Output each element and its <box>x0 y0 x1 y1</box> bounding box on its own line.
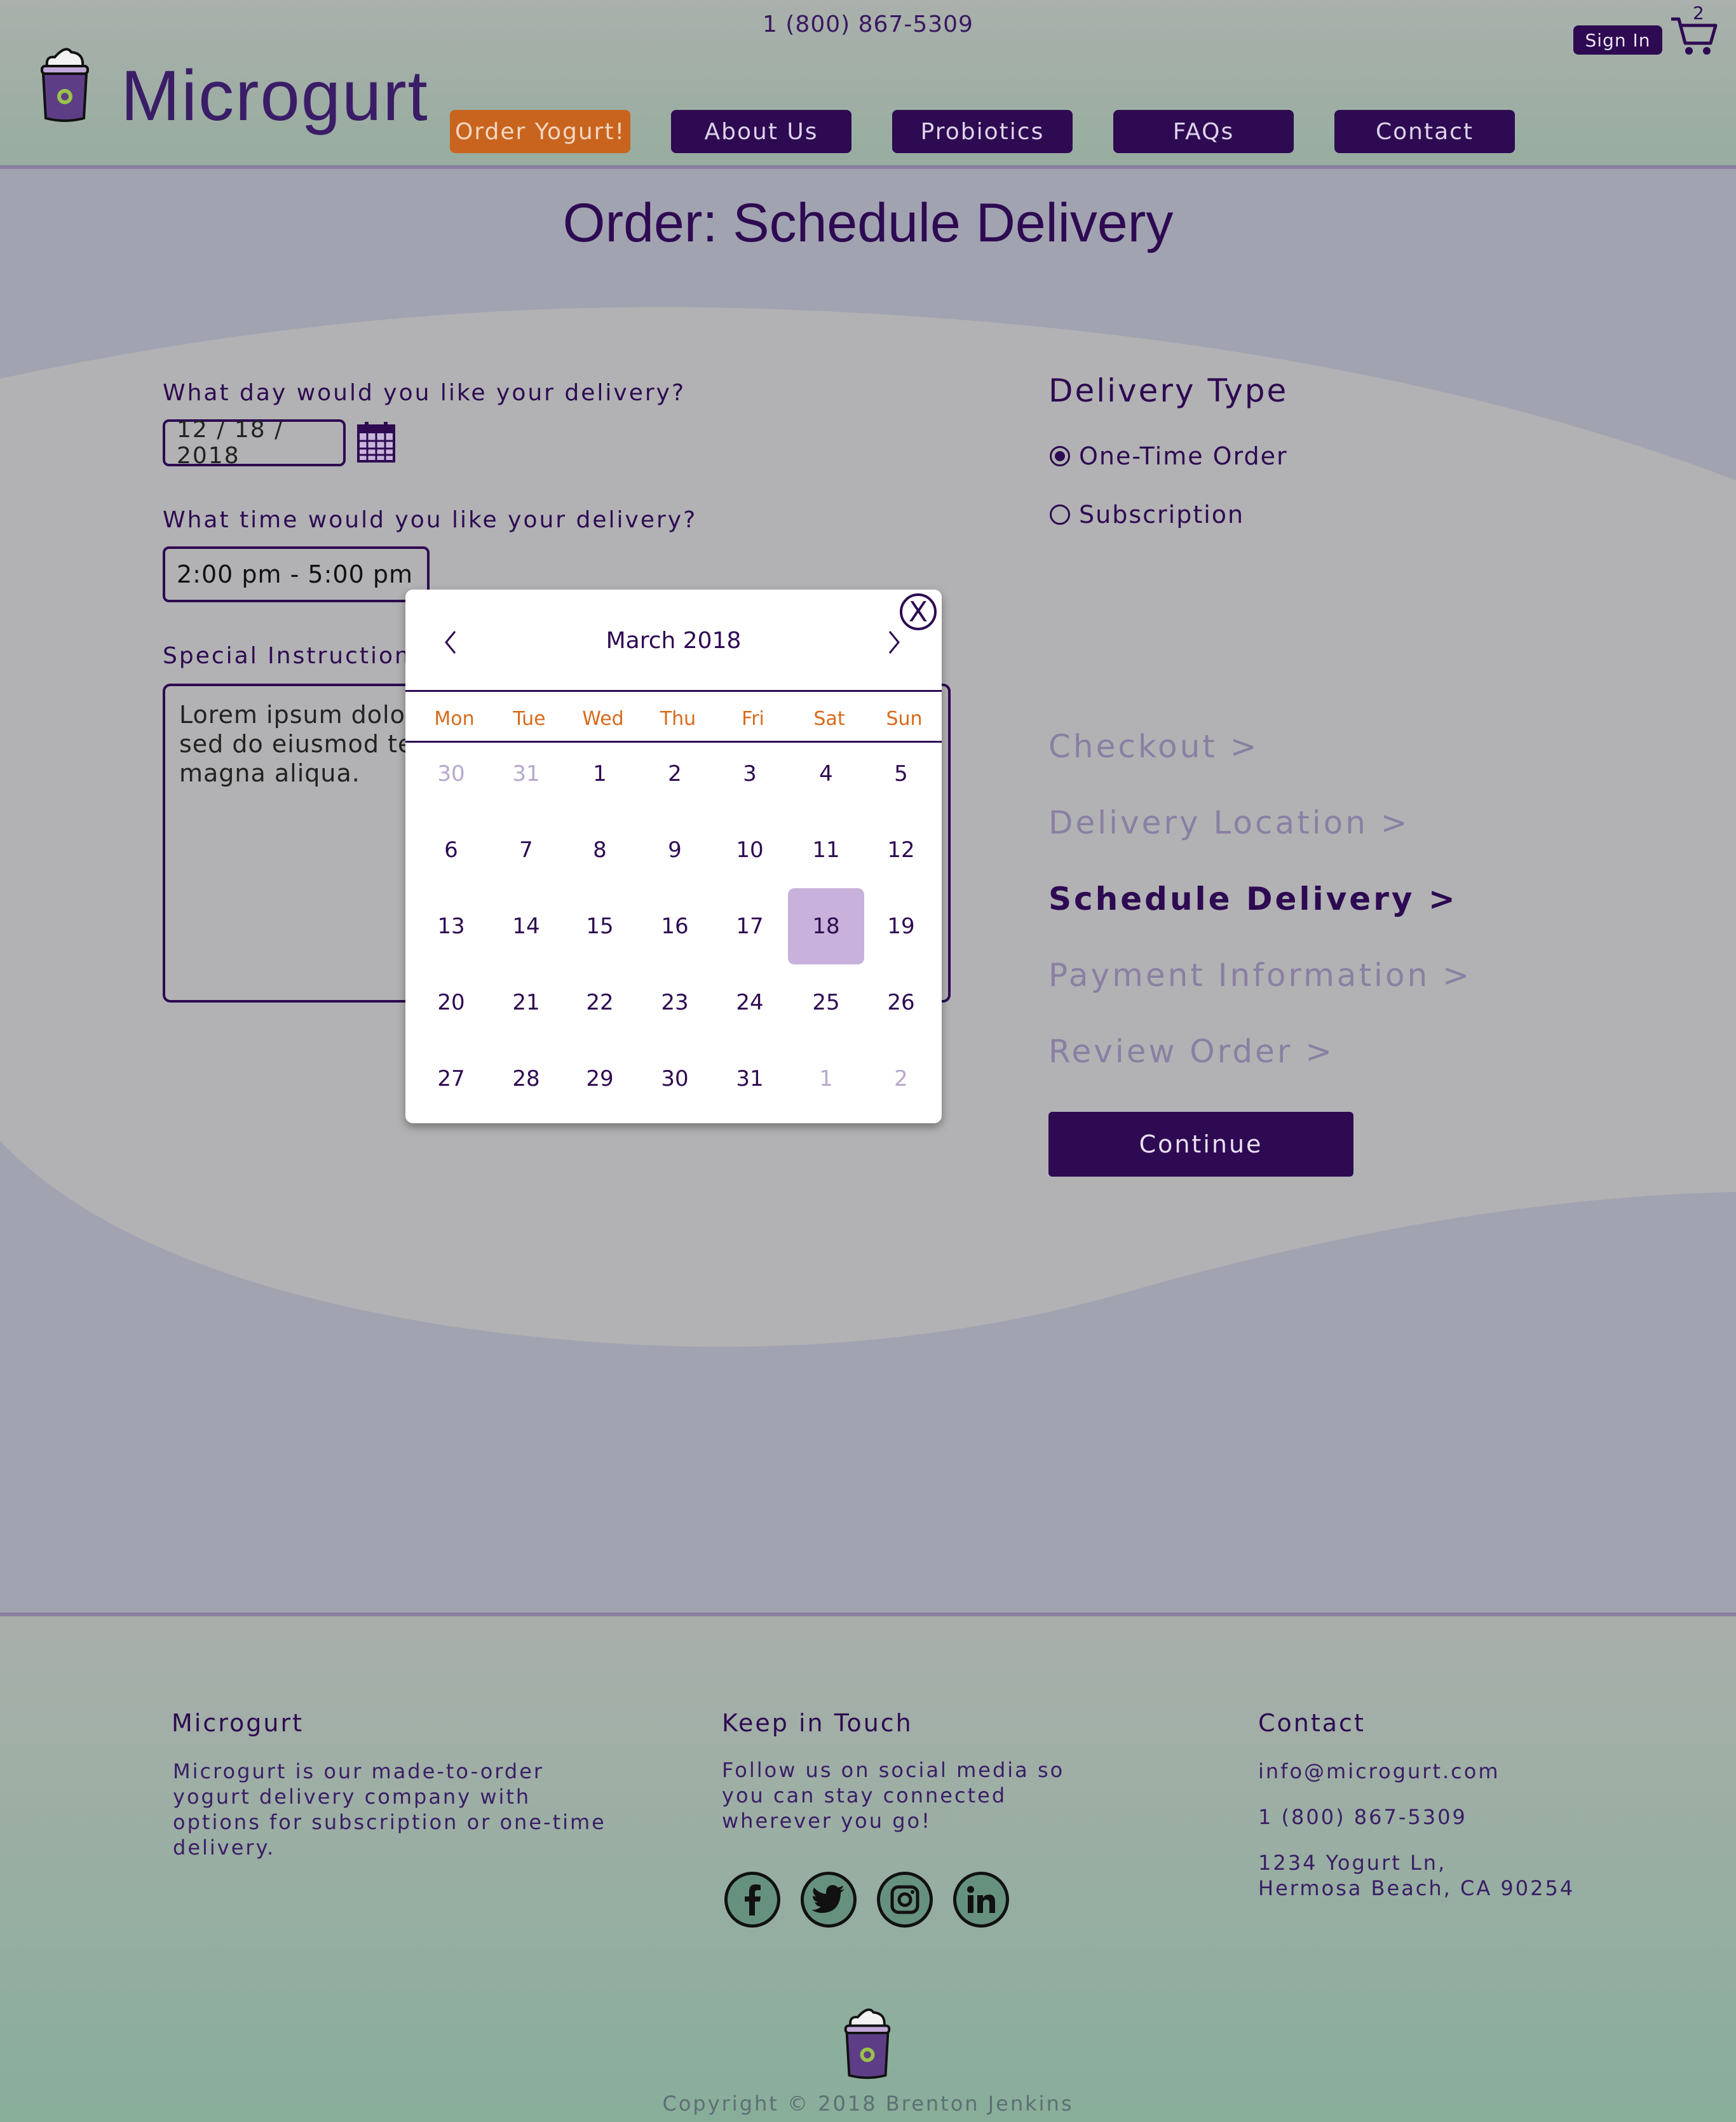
date-picker-popup: X March 2018 Mon Tue Wed Thu Fri Sat Sun 30 31 1… <box>405 590 942 1123</box>
twitter-icon[interactable] <box>801 1872 857 1928</box>
calendar-day[interactable]: 4 <box>788 736 864 812</box>
nav-contact[interactable]: Contact <box>1334 110 1515 153</box>
time-label: What time would you like your delivery? <box>163 507 698 533</box>
calendar-day[interactable]: 7 <box>488 812 564 888</box>
yogurt-logo-icon[interactable] <box>839 2005 896 2083</box>
instagram-icon[interactable] <box>877 1872 933 1928</box>
page-title: Order: Schedule Delivery <box>562 193 1174 253</box>
weekday-fri: Fri <box>742 708 764 730</box>
calendar-day[interactable]: 18 <box>788 888 864 964</box>
calendar-day[interactable]: 6 <box>413 812 489 888</box>
footer-keep-in-touch-heading: Keep in Touch <box>722 1709 913 1737</box>
footer-contact-heading: Contact <box>1258 1709 1366 1737</box>
radio-label: One-Time Order <box>1079 442 1288 470</box>
step-payment-information[interactable]: Payment Information > <box>1048 957 1472 994</box>
date-field[interactable]: 12 / 18 / 2018 <box>163 417 346 469</box>
chevron-right-icon[interactable] <box>881 626 906 658</box>
yogurt-logo-icon[interactable] <box>36 44 94 126</box>
calendar-day[interactable]: 1 <box>562 736 638 812</box>
calendar-day[interactable]: 26 <box>863 964 939 1041</box>
calendar-month-label: March 2018 <box>606 628 742 654</box>
calendar-day[interactable]: 30 <box>637 1041 713 1117</box>
radio-subscription[interactable]: Subscription <box>1050 501 1244 529</box>
footer-brand-heading: Microgurt <box>172 1709 304 1737</box>
nav-probiotics[interactable]: Probiotics <box>892 110 1073 153</box>
calendar-grid: 30 31 1 2 3 4 5 6 7 8 9 10 11 12 13 14 15 16 17 18 19 20 21 22 2… <box>405 754 942 1122</box>
calendar-day[interactable]: 2 <box>637 736 713 812</box>
footer-brand-text: Microgurt is our made-to-order yogurt de… <box>173 1759 606 1860</box>
calendar-day[interactable]: 13 <box>413 888 489 964</box>
calendar-day[interactable]: 8 <box>562 812 638 888</box>
close-icon[interactable]: X <box>900 593 937 630</box>
calendar-day[interactable]: 12 <box>863 812 939 888</box>
step-schedule-delivery[interactable]: Schedule Delivery > <box>1048 881 1458 917</box>
footer-keep-in-touch-text: Follow us on social media so you can sta… <box>722 1758 1065 1833</box>
calendar-day[interactable]: 2 <box>863 1041 939 1117</box>
calendar-day[interactable]: 14 <box>488 888 564 964</box>
radio-unselected-icon[interactable] <box>1050 504 1070 525</box>
calendar-day[interactable]: 24 <box>712 964 788 1041</box>
calendar-day[interactable]: 19 <box>863 888 939 964</box>
nav-about-us[interactable]: About Us <box>671 110 851 153</box>
footer-phone-link[interactable]: 1 (800) 867-5309 <box>1258 1804 1467 1830</box>
calendar-day[interactable]: 30 <box>413 736 489 812</box>
facebook-icon[interactable] <box>724 1872 780 1928</box>
weekday-sun: Sun <box>886 708 923 730</box>
brand-name[interactable]: Microgurt <box>121 55 429 137</box>
calendar-day[interactable]: 21 <box>488 964 564 1041</box>
site-footer: Microgurt Microgurt is our made-to-order… <box>0 1612 1736 2122</box>
calendar-day[interactable]: 23 <box>637 964 713 1041</box>
radio-label: Subscription <box>1079 501 1245 529</box>
time-select[interactable]: 2:00 pm - 5:00 pm <box>163 546 430 602</box>
footer-email-link[interactable]: info@microgurt.com <box>1258 1759 1500 1784</box>
footer-address: 1234 Yogurt Ln, Hermosa Beach, CA 90254 <box>1258 1850 1575 1901</box>
calendar-day[interactable]: 28 <box>488 1041 564 1117</box>
cart-icon[interactable] <box>1670 13 1719 58</box>
calendar-day[interactable]: 10 <box>712 812 788 888</box>
weekday-wed: Wed <box>582 708 624 730</box>
instructions-label: Special Instructions <box>163 643 425 669</box>
weekday-mon: Mon <box>434 708 475 730</box>
weekday-tue: Tue <box>513 708 546 730</box>
calendar-day[interactable]: 29 <box>562 1041 638 1117</box>
calendar-day[interactable]: 22 <box>562 964 638 1041</box>
address-line-1: 1234 Yogurt Ln, <box>1258 1851 1447 1875</box>
main-content: Order: Schedule Delivery What day would … <box>0 169 1736 1612</box>
radio-selected-icon[interactable] <box>1050 446 1070 466</box>
weekday-sat: Sat <box>813 708 845 730</box>
calendar-day[interactable]: 16 <box>637 888 713 964</box>
weekday-thu: Thu <box>660 708 696 730</box>
calendar-day[interactable]: 9 <box>637 812 713 888</box>
calendar-day[interactable]: 3 <box>712 736 788 812</box>
calendar-day[interactable]: 17 <box>712 888 788 964</box>
linkedin-icon[interactable] <box>953 1872 1009 1928</box>
radio-one-time-order[interactable]: One-Time Order <box>1050 442 1288 470</box>
address-line-2: Hermosa Beach, CA 90254 <box>1258 1876 1575 1900</box>
divider <box>405 690 942 692</box>
calendar-icon[interactable] <box>356 421 397 464</box>
calendar-day[interactable]: 27 <box>413 1041 489 1117</box>
step-review-order[interactable]: Review Order > <box>1048 1033 1334 1070</box>
copyright-text: Copyright © 2018 Brenton Jenkins <box>662 2092 1074 2116</box>
weekday-header: Mon Tue Wed Thu Fri Sat Sun <box>405 704 942 736</box>
date-label: What day would you like your delivery? <box>163 380 686 406</box>
calendar-day[interactable]: 31 <box>488 736 564 812</box>
site-header: 1 (800) 867-5309 Microgurt Sign In 2 Ord… <box>0 0 1736 169</box>
step-checkout[interactable]: Checkout > <box>1048 728 1259 765</box>
sign-in-button[interactable]: Sign In <box>1573 25 1662 55</box>
calendar-day[interactable]: 5 <box>863 736 939 812</box>
continue-button[interactable]: Continue <box>1048 1112 1353 1177</box>
calendar-day[interactable]: 25 <box>788 964 864 1041</box>
calendar-day[interactable]: 20 <box>413 964 489 1041</box>
calendar-day[interactable]: 11 <box>788 812 864 888</box>
nav-faqs[interactable]: FAQs <box>1113 110 1294 153</box>
nav-order-yogurt[interactable]: Order Yogurt! <box>450 110 630 153</box>
step-delivery-location[interactable]: Delivery Location > <box>1048 804 1410 841</box>
delivery-type-heading: Delivery Type <box>1048 372 1289 409</box>
calendar-day[interactable]: 31 <box>712 1041 788 1117</box>
header-phone[interactable]: 1 (800) 867-5309 <box>0 11 1736 37</box>
calendar-day[interactable]: 15 <box>562 888 638 964</box>
calendar-day[interactable]: 1 <box>788 1041 864 1117</box>
